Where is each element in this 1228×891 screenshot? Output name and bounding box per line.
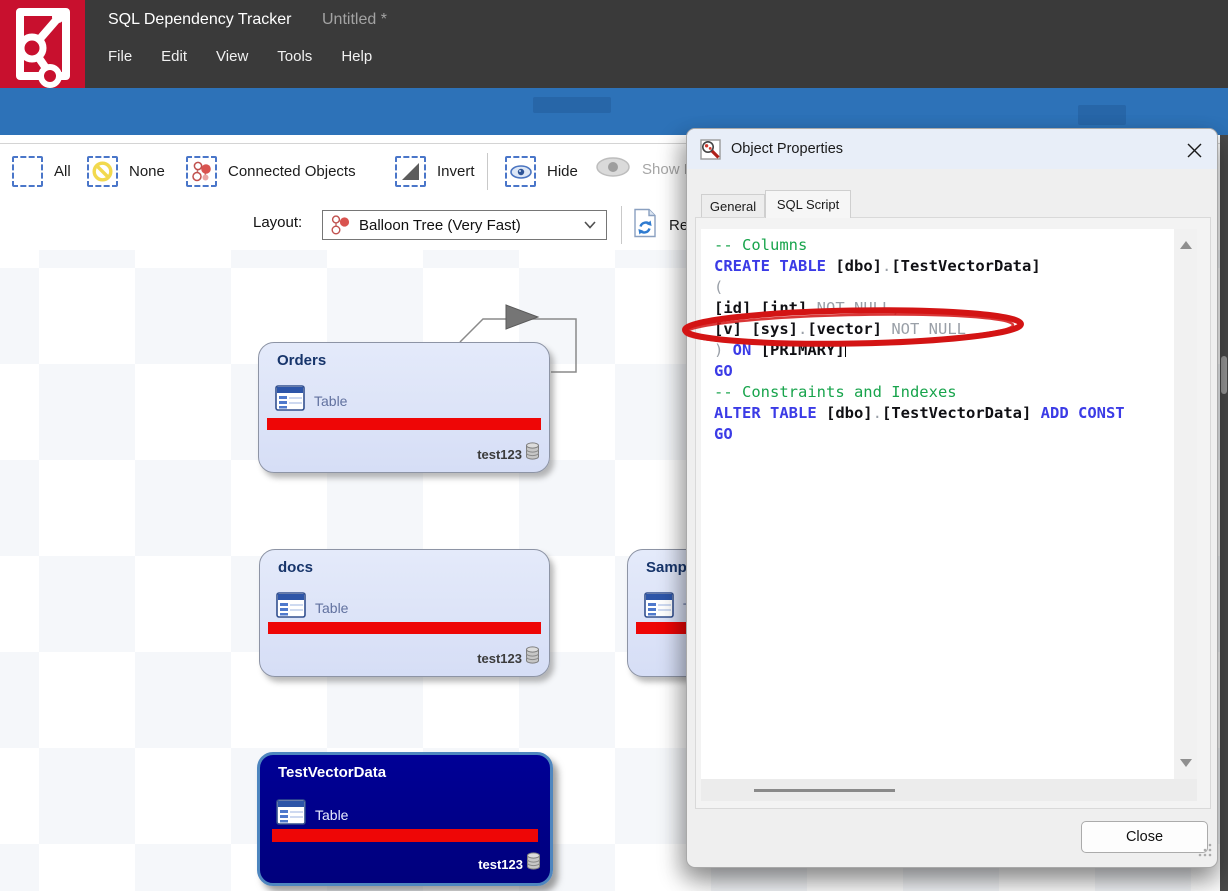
- node-docs[interactable]: docs Table test123: [259, 549, 550, 677]
- sql-line: GO: [714, 361, 1125, 382]
- invert-icon: [395, 156, 426, 187]
- select-all-icon: [12, 156, 43, 187]
- hide-eye-icon: [505, 156, 536, 187]
- tab-general[interactable]: General: [701, 194, 765, 218]
- menu-bar: File Edit View Tools Help: [108, 48, 401, 65]
- close-button[interactable]: Close: [1081, 821, 1208, 853]
- select-none-icon: [87, 156, 118, 187]
- tab-sql-script[interactable]: SQL Script: [765, 190, 851, 218]
- refresh-layout-button[interactable]: Re: [632, 208, 688, 243]
- sql-line: GO: [714, 424, 1125, 445]
- node-title: Samp: [646, 559, 687, 576]
- horizontal-scrollbar[interactable]: [701, 779, 1197, 801]
- dialog-title: Object Properties: [731, 141, 843, 157]
- node-type-label: Table: [315, 807, 348, 823]
- show-hidden-eye-icon: [595, 156, 631, 183]
- redacted-text: [533, 97, 611, 113]
- menu-edit[interactable]: Edit: [161, 48, 187, 65]
- node-title: TestVectorData: [278, 764, 386, 781]
- connected-objects-icon: [186, 156, 217, 187]
- layout-dropdown-value: Balloon Tree (Very Fast): [359, 217, 584, 234]
- invert-label: Invert: [437, 163, 475, 180]
- node-orders[interactable]: Orders Table test123: [258, 342, 550, 473]
- dialog-title-bar[interactable]: Object Properties: [687, 129, 1217, 169]
- sql-line: ALTER TABLE [dbo].[TestVectorData] ADD C…: [714, 403, 1125, 424]
- menu-tools[interactable]: Tools: [277, 48, 312, 65]
- sql-line: -- Constraints and Indexes: [714, 382, 1125, 403]
- select-none-label: None: [129, 163, 165, 180]
- node-testvectordata[interactable]: TestVectorData Table test: [257, 752, 553, 886]
- toolbar-separator: [487, 153, 488, 190]
- node-status-bar: [267, 418, 541, 430]
- toolbar-separator: [621, 206, 622, 244]
- scroll-up-icon[interactable]: [1180, 241, 1192, 249]
- table-icon: [644, 592, 674, 623]
- sql-script-textbox[interactable]: -- ColumnsCREATE TABLE [dbo].[TestVector…: [701, 229, 1197, 779]
- hide-button[interactable]: Hide: [505, 156, 578, 187]
- app-logo-icon: [0, 0, 85, 88]
- sql-line: [id] [int] NOT NULL,: [714, 298, 1125, 319]
- connected-objects-label: Connected Objects: [228, 163, 356, 180]
- menu-view[interactable]: View: [216, 48, 248, 65]
- redacted-text: [1078, 105, 1126, 125]
- database-icon: [526, 852, 541, 876]
- balloon-tree-icon: [329, 214, 351, 236]
- hide-label: Hide: [547, 163, 578, 180]
- horizontal-scrollbar-thumb[interactable]: [754, 789, 895, 792]
- vertical-scrollbar[interactable]: [1174, 229, 1197, 779]
- node-status-bar: [272, 829, 538, 842]
- select-none-button[interactable]: None: [87, 156, 165, 187]
- show-hidden-button-disabled: Show H: [595, 156, 695, 183]
- node-status-bar: [268, 622, 541, 634]
- database-icon: [525, 646, 540, 670]
- select-connected-objects-button[interactable]: Connected Objects: [186, 156, 356, 187]
- menu-file[interactable]: File: [108, 48, 132, 65]
- node-server-label: test123: [478, 857, 523, 872]
- sql-line: -- Columns: [714, 235, 1125, 256]
- scroll-down-icon[interactable]: [1180, 759, 1192, 767]
- sql-line: (: [714, 277, 1125, 298]
- table-icon: [276, 592, 306, 623]
- node-title: Orders: [277, 352, 326, 369]
- sql-line: ) ON [PRIMARY]: [714, 340, 1125, 361]
- close-icon[interactable]: [1183, 139, 1205, 161]
- refresh-page-icon: [632, 208, 658, 243]
- node-server-label: test123: [477, 447, 522, 462]
- layout-dropdown[interactable]: Balloon Tree (Very Fast): [322, 210, 607, 240]
- sql-dependency-tracker-window: SQL Dependency Tracker Untitled * File E…: [0, 0, 1228, 891]
- object-properties-icon: [700, 139, 721, 160]
- invert-selection-button[interactable]: Invert: [395, 156, 475, 187]
- sql-code: -- ColumnsCREATE TABLE [dbo].[TestVector…: [714, 235, 1125, 445]
- scrollbar-thumb[interactable]: [1221, 356, 1227, 394]
- object-properties-dialog: Object Properties General SQL Script -- …: [686, 128, 1218, 868]
- select-all-button[interactable]: All: [12, 156, 71, 187]
- node-type-label: Table: [314, 393, 347, 409]
- sql-line: [v] [sys].[vector] NOT NULL: [714, 319, 1125, 340]
- select-all-label: All: [54, 163, 71, 180]
- layout-label: Layout:: [253, 214, 302, 231]
- node-title: docs: [278, 559, 313, 576]
- table-icon: [276, 799, 306, 830]
- window-edge-scrollbar[interactable]: [1220, 135, 1228, 891]
- title-bar: SQL Dependency Tracker Untitled * File E…: [0, 0, 1228, 88]
- node-server-label: test123: [477, 651, 522, 666]
- chevron-down-icon: [584, 216, 596, 234]
- node-type-label: Table: [315, 600, 348, 616]
- sql-line: CREATE TABLE [dbo].[TestVectorData]: [714, 256, 1125, 277]
- database-icon: [525, 442, 540, 466]
- document-title: Untitled *: [322, 11, 387, 29]
- menu-help[interactable]: Help: [341, 48, 372, 65]
- resize-grip[interactable]: [1198, 843, 1212, 862]
- app-title: SQL Dependency Tracker: [108, 11, 292, 29]
- table-icon: [275, 385, 305, 416]
